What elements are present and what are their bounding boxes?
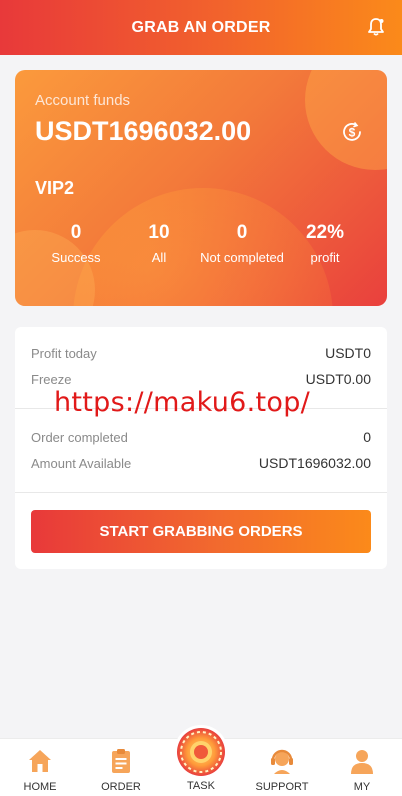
dollar-refresh-icon[interactable]: $	[340, 120, 364, 144]
divider	[15, 492, 387, 493]
stat-success: 0 Success	[31, 222, 121, 268]
stat-value: 10	[148, 222, 170, 243]
vip-level: VIP2	[35, 178, 75, 198]
freeze-value: USDT0.00	[305, 371, 371, 387]
profit-today-label: Profit today	[31, 345, 97, 361]
freeze-label: Freeze	[31, 371, 72, 387]
stat-all: 10 All	[114, 222, 204, 268]
amount-available-row: Amount Available USDT1696032.00	[31, 455, 371, 471]
stat-value: 0	[70, 222, 82, 243]
task-wheel-icon[interactable]	[177, 728, 225, 776]
tab-my[interactable]: MY	[327, 739, 397, 796]
stat-label: Success	[51, 250, 101, 265]
account-funds-value: USDT1696032.00	[35, 116, 252, 146]
tab-label: ORDER	[101, 781, 141, 793]
stat-value: 0	[236, 222, 248, 243]
url-watermark: https://maku6.top/	[54, 387, 311, 418]
stat-label: profit	[310, 250, 340, 265]
page-title: GRAB AN ORDER	[131, 18, 271, 36]
order-completed-label: Order completed	[31, 429, 128, 445]
app-header: GRAB AN ORDER	[0, 0, 402, 55]
order-completed-value: 0	[363, 429, 371, 445]
stat-label: Not completed	[200, 250, 284, 265]
stat-label: All	[151, 250, 167, 265]
tab-task-label[interactable]: TASK	[166, 780, 236, 792]
profit-today-row: Profit today USDT0	[31, 345, 371, 361]
user-icon	[348, 747, 376, 775]
tab-label: SUPPORT	[255, 781, 309, 793]
svg-text:$: $	[349, 126, 356, 140]
tab-label: MY	[353, 781, 371, 793]
stat-not-completed: 0 Not completed	[197, 222, 287, 268]
tab-label: HOME	[23, 781, 57, 793]
account-funds-label: Account funds	[35, 92, 131, 109]
support-agent-icon	[268, 747, 296, 775]
amount-available-value: USDT1696032.00	[258, 455, 371, 471]
tab-support[interactable]: SUPPORT	[247, 739, 317, 796]
profit-today-value: USDT0	[325, 345, 371, 361]
freeze-row: Freeze USDT0.00	[31, 371, 371, 387]
tab-order[interactable]: ORDER	[86, 739, 156, 796]
bell-icon[interactable]	[366, 17, 386, 37]
clipboard-icon	[107, 747, 135, 775]
tab-home[interactable]: HOME	[5, 739, 75, 796]
stat-profit: 22% profit	[280, 222, 370, 268]
order-completed-row: Order completed 0	[31, 429, 371, 445]
account-funds-card: Account funds USDT1696032.00 $ VIP2 0 Su…	[15, 70, 387, 306]
stat-value: 22%	[305, 222, 345, 243]
amount-available-label: Amount Available	[31, 455, 132, 471]
order-summary-card: Profit today USDT0 Freeze USDT0.00 https…	[15, 327, 387, 569]
start-grabbing-button[interactable]: START GRABBING ORDERS	[31, 510, 371, 553]
home-icon	[26, 747, 54, 775]
